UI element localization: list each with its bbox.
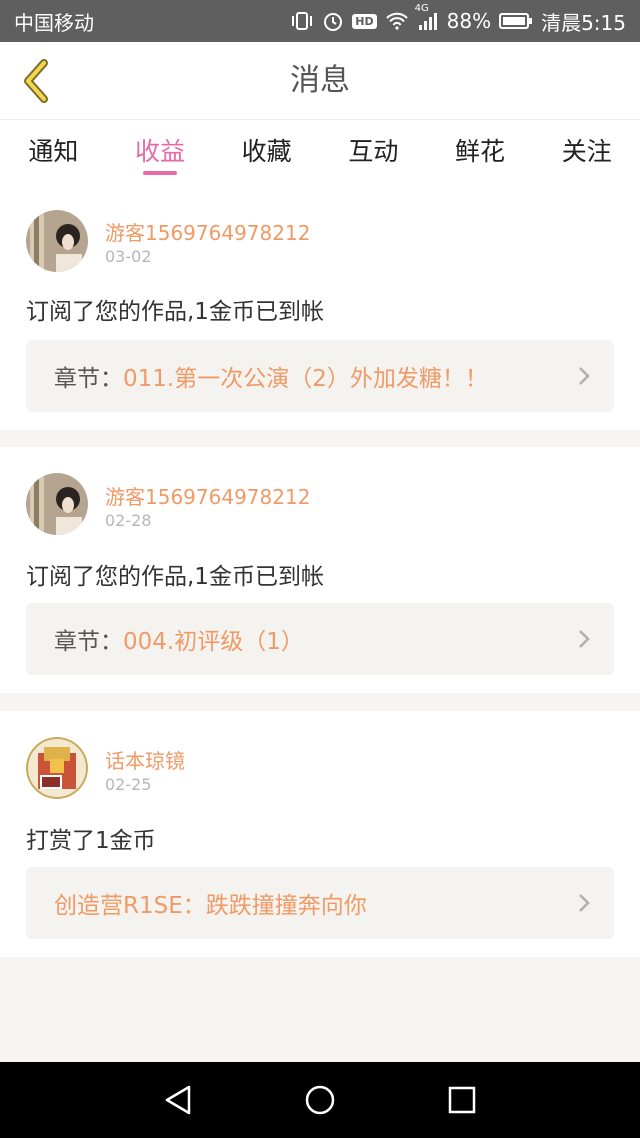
back-icon xyxy=(24,59,48,103)
clock: 清晨5:15 xyxy=(541,10,626,35)
chapter-link[interactable]: 章节： 004.初评级（1） xyxy=(26,603,614,675)
alarm-icon xyxy=(322,10,344,32)
tab-favorites[interactable]: 收藏 xyxy=(213,120,320,182)
user-name[interactable]: 话本琼镜 xyxy=(105,745,185,774)
network-label: 4G xyxy=(414,3,429,14)
message-text: 打赏了1金币 xyxy=(26,828,156,854)
tab-notice[interactable]: 通知 xyxy=(0,120,107,182)
carrier-name: 中国移动 xyxy=(14,10,94,35)
message-text: 订阅了您的作品,1金币已到帐 xyxy=(26,299,324,325)
app-header: 消息 xyxy=(0,42,640,120)
chapter-label: 章节： xyxy=(54,629,123,655)
status-bar: 中国移动 HD 4G 88% 清晨5:15 xyxy=(0,0,640,42)
back-button[interactable] xyxy=(16,58,56,104)
page-title: 消息 xyxy=(290,63,350,98)
message-text: 订阅了您的作品,1金币已到帐 xyxy=(26,564,324,590)
system-nav-bar xyxy=(0,1062,640,1138)
message-date: 02-28 xyxy=(105,511,152,530)
chapter-label: 章节： xyxy=(54,366,123,392)
signal-icon: 4G xyxy=(415,3,439,31)
chevron-right-icon xyxy=(579,894,590,912)
hd-label: HD xyxy=(355,14,374,28)
message-card: 游客1569764978212 03-02 订阅了您的作品,1金币已到帐 章节：… xyxy=(0,182,640,430)
tab-following[interactable]: 关注 xyxy=(533,120,640,182)
avatar[interactable] xyxy=(26,473,88,535)
tab-bar: 通知 收益 收藏 互动 鲜花 关注 xyxy=(0,120,640,182)
nav-recent-icon xyxy=(448,1086,476,1114)
user-name[interactable]: 游客1569764978212 xyxy=(105,217,310,246)
work-link[interactable]: 创造营R1SE：跌跌撞撞奔向你 xyxy=(26,867,614,939)
vibrate-icon xyxy=(290,11,314,31)
battery-icon xyxy=(499,12,533,30)
battery-percent: 88% xyxy=(446,9,492,33)
nav-home-button[interactable] xyxy=(249,1084,391,1116)
chapter-title: 004.初评级（1） xyxy=(123,629,304,655)
wifi-icon xyxy=(385,11,409,31)
chapter-title: 011.第一次公演（2）外加发糖！！ xyxy=(123,366,488,392)
avatar[interactable] xyxy=(26,737,88,799)
hd-icon: HD xyxy=(352,13,377,29)
message-card: 游客1569764978212 02-28 订阅了您的作品,1金币已到帐 章节：… xyxy=(0,447,640,693)
chapter-link[interactable]: 章节： 011.第一次公演（2）外加发糖！！ xyxy=(26,340,614,412)
user-name[interactable]: 游客1569764978212 xyxy=(105,481,310,510)
nav-recent-button[interactable] xyxy=(391,1086,533,1114)
nav-back-icon xyxy=(165,1085,191,1115)
tab-interaction[interactable]: 互动 xyxy=(320,120,427,182)
message-card: 话本琼镜 02-25 打赏了1金币 创造营R1SE：跌跌撞撞奔向你 xyxy=(0,711,640,957)
message-date: 02-25 xyxy=(105,775,152,794)
avatar[interactable] xyxy=(26,210,88,272)
chevron-right-icon xyxy=(579,630,590,648)
tab-flowers[interactable]: 鲜花 xyxy=(427,120,534,182)
chevron-right-icon xyxy=(579,367,590,385)
nav-back-button[interactable] xyxy=(107,1084,249,1116)
message-date: 03-02 xyxy=(105,247,152,266)
nav-home-icon xyxy=(305,1085,335,1115)
work-title: 创造营R1SE：跌跌撞撞奔向你 xyxy=(54,893,367,919)
tab-earnings[interactable]: 收益 xyxy=(107,120,214,182)
